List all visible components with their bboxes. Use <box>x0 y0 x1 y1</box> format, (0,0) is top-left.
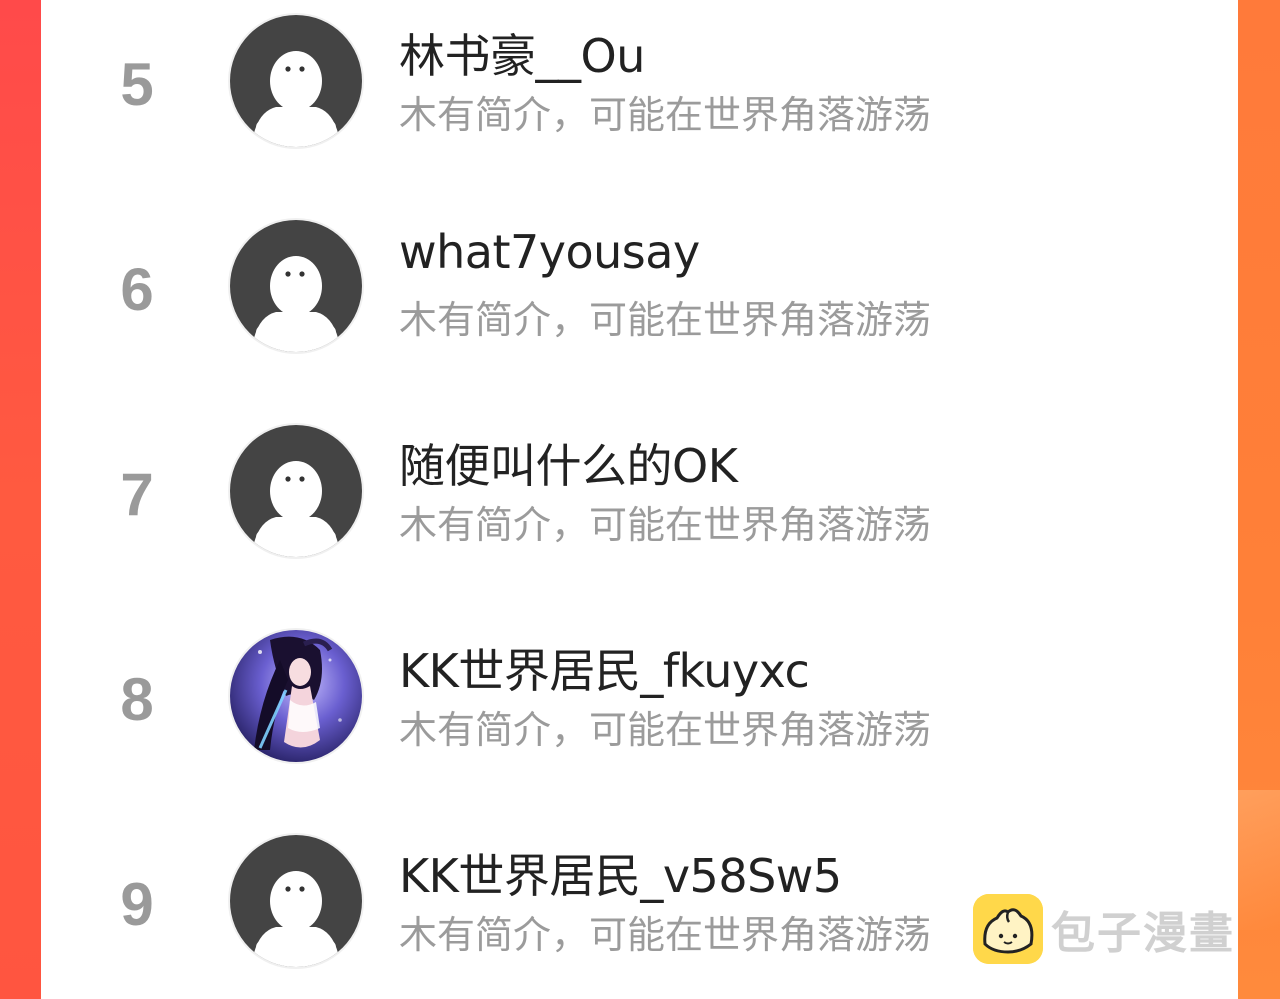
left-gradient-frame <box>0 0 41 999</box>
rank-number: 8 <box>120 666 154 733</box>
user-avatar[interactable] <box>230 15 362 147</box>
watermark-text: 包子漫畫 <box>1051 908 1235 959</box>
user-avatar[interactable] <box>230 630 362 762</box>
user-name[interactable]: KK世界居民_v58Sw5 <box>399 840 842 906</box>
user-name[interactable]: what7yousay <box>399 225 700 279</box>
bun-mascot-icon <box>973 894 1043 964</box>
site-watermark: 包子漫畫 <box>973 893 1235 965</box>
bun-mascot-graphic <box>973 894 1043 964</box>
frame-highlight <box>1238 790 1280 930</box>
default-avatar-icon <box>230 425 362 557</box>
default-avatar-icon <box>230 15 362 147</box>
right-gradient-frame <box>1238 0 1280 999</box>
rank-number: 7 <box>120 461 154 528</box>
list-item[interactable]: 8 KK世界居民_fkuyxc 木有简介，可能在世界角落游荡 <box>41 615 1238 820</box>
user-name[interactable]: 林书豪__Ou <box>399 20 645 86</box>
list-item[interactable]: 5 林书豪__Ou 木有简介，可能在世界角落游荡 <box>41 0 1238 205</box>
user-name[interactable]: 随便叫什么的OK <box>399 430 738 496</box>
user-bio: 木有简介，可能在世界角落游荡 <box>399 708 932 752</box>
list-item[interactable]: 6 what7yousay 木有简介，可能在世界角落游荡 <box>41 205 1238 410</box>
user-bio: 木有简介，可能在世界角落游荡 <box>399 93 932 137</box>
anime-girl-avatar-icon <box>230 630 362 762</box>
list-item[interactable]: 7 随便叫什么的OK 木有简介，可能在世界角落游荡 <box>41 410 1238 615</box>
user-avatar[interactable] <box>230 220 362 352</box>
user-bio: 木有简介，可能在世界角落游荡 <box>399 298 932 342</box>
rank-number: 5 <box>120 51 154 118</box>
user-avatar[interactable] <box>230 425 362 557</box>
user-bio: 木有简介，可能在世界角落游荡 <box>399 503 932 547</box>
user-bio: 木有简介，可能在世界角落游荡 <box>399 913 932 957</box>
user-name[interactable]: KK世界居民_fkuyxc <box>399 635 810 701</box>
rank-number: 6 <box>120 256 154 323</box>
default-avatar-icon <box>230 220 362 352</box>
default-avatar-icon <box>230 835 362 967</box>
rank-number: 9 <box>120 871 154 938</box>
user-avatar[interactable] <box>230 835 362 967</box>
ranking-list: 5 林书豪__Ou 木有简介，可能在世界角落游荡 6 what7yousay 木… <box>41 0 1238 999</box>
